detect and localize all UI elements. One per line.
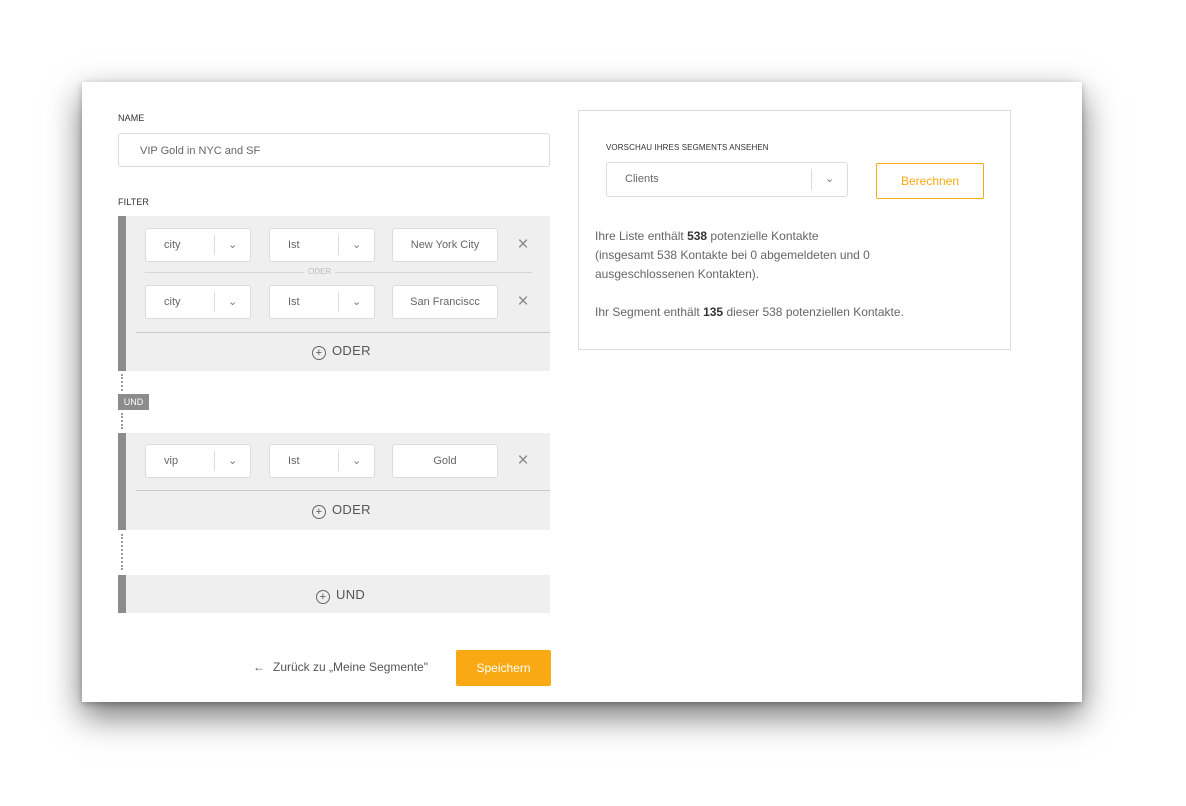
- list-select-value: Clients: [625, 173, 659, 185]
- operator-select-value: Ist: [288, 455, 300, 467]
- arrow-left-icon: ←: [253, 660, 265, 674]
- field-select[interactable]: city ⌄: [145, 285, 251, 319]
- segment-summary: Ihr Segment enthält 135 dieser 538 poten…: [595, 303, 904, 322]
- segment-editor-card: NAME VIP Gold in NYC and SF FILTER city …: [82, 82, 1082, 702]
- plus-circle-icon: +: [316, 590, 330, 604]
- operator-select-value: Ist: [288, 239, 300, 251]
- group-divider: [136, 332, 550, 333]
- add-or-button[interactable]: + ODER: [312, 343, 371, 360]
- field-select[interactable]: city ⌄: [145, 228, 251, 262]
- connector-dots: [121, 374, 125, 391]
- close-icon[interactable]: ×: [515, 292, 531, 311]
- chevron-down-icon: ⌄: [825, 173, 835, 185]
- list-summary-text: potenzielle Kontakte: [707, 229, 819, 243]
- back-link[interactable]: ← Zurück zu „Meine Segmente": [253, 660, 428, 674]
- add-and-row: + UND: [118, 575, 550, 613]
- group-divider: [136, 490, 550, 491]
- list-summary-line1: Ihre Liste enthält 538 potenzielle Konta…: [595, 227, 870, 246]
- add-or-label: ODER: [332, 343, 371, 358]
- segment-summary-text: dieser 538 potenziellen Kontakte.: [723, 305, 904, 319]
- segment-summary-text: Ihr Segment enthält: [595, 305, 704, 319]
- chevron-down-icon: ⌄: [228, 296, 238, 308]
- close-icon[interactable]: ×: [515, 235, 531, 254]
- add-and-label: UND: [336, 587, 366, 602]
- select-separator: [338, 451, 339, 471]
- operator-select-value: Ist: [288, 296, 300, 308]
- plus-circle-icon: +: [312, 505, 326, 519]
- back-link-label: Zurück zu „Meine Segmente": [273, 660, 428, 674]
- list-contact-count: 538: [687, 229, 708, 243]
- field-select[interactable]: vip ⌄: [145, 444, 251, 478]
- operator-select[interactable]: Ist ⌄: [269, 285, 375, 319]
- name-input[interactable]: VIP Gold in NYC and SF: [118, 133, 550, 167]
- name-label: NAME: [118, 113, 145, 123]
- field-select-value: city: [164, 296, 181, 308]
- filter-group-1: city ⌄ Ist ⌄ New York City × ODER city ⌄…: [118, 216, 550, 371]
- filter-group-2: vip ⌄ Ist ⌄ Gold × + ODER: [118, 433, 550, 530]
- value-input[interactable]: San Franciscc: [392, 285, 498, 319]
- value-input[interactable]: New York City: [392, 228, 498, 262]
- chevron-down-icon: ⌄: [352, 239, 362, 251]
- or-divider: [145, 272, 532, 273]
- group-bar: [118, 216, 126, 371]
- calculate-button[interactable]: Berechnen: [876, 163, 984, 199]
- chevron-down-icon: ⌄: [228, 239, 238, 251]
- preview-label: VORSCHAU IHRES SEGMENTS ANSEHEN: [606, 143, 769, 152]
- value-input[interactable]: Gold: [392, 444, 498, 478]
- plus-circle-icon: +: [312, 346, 326, 360]
- select-separator: [811, 169, 812, 190]
- chevron-down-icon: ⌄: [352, 296, 362, 308]
- operator-select[interactable]: Ist ⌄: [269, 444, 375, 478]
- close-icon[interactable]: ×: [515, 451, 531, 470]
- select-separator: [214, 451, 215, 471]
- connector-dots: [121, 534, 125, 570]
- save-button[interactable]: Speichern: [456, 650, 551, 686]
- segment-contact-count: 135: [703, 305, 724, 319]
- select-separator: [338, 235, 339, 255]
- field-select-value: vip: [164, 455, 179, 467]
- select-separator: [214, 292, 215, 312]
- add-and-button[interactable]: + UND: [316, 587, 365, 604]
- list-summary-text: Ihre Liste enthält: [595, 229, 688, 243]
- or-divider-label: ODER: [304, 267, 336, 277]
- segment-preview-panel: VORSCHAU IHRES SEGMENTS ANSEHEN Clients …: [578, 110, 1011, 350]
- list-summary: Ihre Liste enthält 538 potenzielle Konta…: [595, 227, 870, 284]
- list-summary-line3: ausgeschlossenen Kontakten).: [595, 267, 760, 281]
- list-select[interactable]: Clients ⌄: [606, 162, 848, 197]
- group-bar: [118, 433, 126, 530]
- and-tag: UND: [118, 394, 149, 410]
- chevron-down-icon: ⌄: [352, 455, 362, 467]
- add-or-button[interactable]: + ODER: [312, 502, 371, 519]
- add-or-label: ODER: [332, 502, 371, 517]
- select-separator: [214, 235, 215, 255]
- field-select-value: city: [164, 239, 181, 251]
- operator-select[interactable]: Ist ⌄: [269, 228, 375, 262]
- connector-dots: [121, 413, 125, 429]
- filter-label: FILTER: [118, 197, 149, 207]
- group-bar: [118, 575, 126, 613]
- select-separator: [338, 292, 339, 312]
- list-summary-line2: (insgesamt 538 Kontakte bei 0 abgemeldet…: [595, 248, 870, 262]
- chevron-down-icon: ⌄: [228, 455, 238, 467]
